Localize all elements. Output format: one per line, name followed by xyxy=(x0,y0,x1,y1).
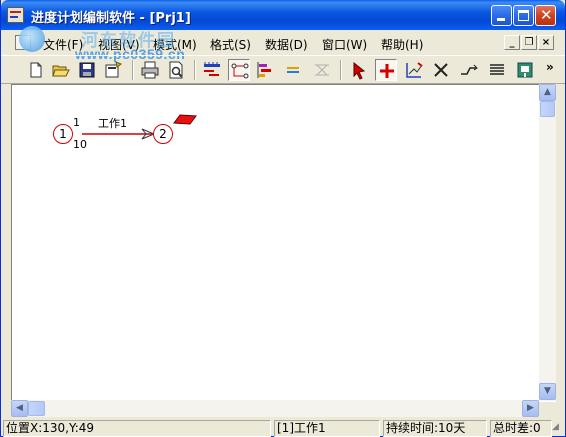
gantt-button[interactable] xyxy=(254,59,276,81)
maximize-icon xyxy=(518,10,529,21)
child-minimize-button[interactable]: _ xyxy=(504,35,520,50)
network-canvas[interactable]: 1 2 1 工作1 10 xyxy=(11,84,556,402)
work-id-label: 1 xyxy=(73,116,80,129)
scroll-left-button[interactable]: ◀ xyxy=(11,400,28,417)
work-duration-label: 10 xyxy=(73,138,87,151)
menu-bar: 文件(F) 视图(V) 模式(M) 格式(S) 数据(D) 窗口(W) 帮助(H… xyxy=(1,32,565,54)
align-icon xyxy=(287,67,299,73)
menu-window[interactable]: 窗口(W) xyxy=(322,36,367,53)
resource-icon xyxy=(315,64,329,76)
save-button[interactable] xyxy=(76,59,98,81)
save-as-icon xyxy=(105,61,123,78)
vertical-scroll-thumb[interactable] xyxy=(540,101,555,117)
child-close-button[interactable]: × xyxy=(538,35,554,50)
status-duration: 持续时间:10天 xyxy=(383,420,487,437)
network-diagram xyxy=(82,114,197,140)
toolbar-separator xyxy=(194,60,196,80)
resize-grip-icon[interactable]: ◢ xyxy=(552,422,564,436)
add-node-tool[interactable] xyxy=(375,59,397,81)
print-icon xyxy=(141,61,159,79)
window-title: 进度计划编制软件 - [Prj1] xyxy=(31,11,191,26)
print-button[interactable] xyxy=(139,59,161,81)
timeline-button[interactable] xyxy=(201,59,223,81)
new-button[interactable] xyxy=(25,59,47,81)
add-node-icon xyxy=(380,64,394,78)
list-tool[interactable] xyxy=(486,59,508,81)
horizontal-scroll-thumb[interactable] xyxy=(28,401,45,416)
minimize-button[interactable] xyxy=(491,5,512,26)
node-start[interactable]: 1 xyxy=(53,124,73,144)
status-selection: [1]工作1 xyxy=(274,420,380,437)
menu-file[interactable]: 文件(F) xyxy=(43,36,83,53)
timeline-icon xyxy=(204,62,220,76)
toolbar: » xyxy=(1,55,565,84)
delete-icon xyxy=(434,63,448,77)
list-icon xyxy=(490,64,504,75)
horizontal-scrollbar[interactable]: ◀ ▶ xyxy=(11,400,539,417)
scroll-right-button[interactable]: ▶ xyxy=(522,400,539,417)
work-name-label: 工作1 xyxy=(98,117,127,130)
draw-tool[interactable] xyxy=(403,59,425,81)
toolbar-separator xyxy=(340,60,342,80)
status-total-float: 总时差:0 xyxy=(490,420,552,437)
toolbar-separator xyxy=(132,60,134,80)
menu-help[interactable]: 帮助(H) xyxy=(381,36,423,53)
resource-button[interactable] xyxy=(311,59,333,81)
menu-data[interactable]: 数据(D) xyxy=(265,36,308,53)
node-start-label: 1 xyxy=(59,127,67,141)
save-icon xyxy=(79,62,95,78)
menu-view[interactable]: 视图(V) xyxy=(98,36,140,53)
draw-icon xyxy=(406,62,423,78)
minimize-icon xyxy=(497,18,505,21)
link-tool[interactable] xyxy=(458,59,480,81)
scroll-up-button[interactable]: ▲ xyxy=(539,84,556,101)
print-preview-icon xyxy=(169,61,183,79)
scroll-down-button[interactable]: ▼ xyxy=(539,383,556,400)
new-icon xyxy=(30,62,42,78)
save-as-button[interactable] xyxy=(102,59,124,81)
pointer-tool[interactable] xyxy=(348,59,370,81)
node-end[interactable]: 2 xyxy=(153,124,173,144)
close-button[interactable]: ✕ xyxy=(535,5,556,26)
child-restore-button[interactable]: ❐ xyxy=(521,35,537,50)
link-icon xyxy=(461,64,478,75)
gantt-icon xyxy=(257,62,271,78)
toolbar-overflow-button[interactable]: » xyxy=(546,60,554,74)
pointer-icon xyxy=(353,61,366,80)
open-button[interactable] xyxy=(50,59,72,81)
status-bar: 位置X:130,Y:49 [1]工作1 持续时间:10天 总时差:0 ◢ xyxy=(1,418,565,437)
align-button[interactable] xyxy=(282,59,304,81)
app-icon[interactable] xyxy=(7,7,24,23)
document-icon[interactable] xyxy=(15,35,31,50)
network-view-button[interactable] xyxy=(228,59,250,81)
export-tool[interactable] xyxy=(514,59,536,81)
network-icon xyxy=(231,63,249,79)
menu-mode[interactable]: 模式(M) xyxy=(153,36,197,53)
menu-format[interactable]: 格式(S) xyxy=(210,36,251,53)
open-icon xyxy=(52,65,70,77)
app-window: 进度计划编制软件 - [Prj1] ✕ 文件(F) 视图(V) 模式(M) 格式… xyxy=(0,0,566,437)
node-end-label: 2 xyxy=(159,127,167,141)
vertical-scrollbar[interactable]: ▲ ▼ xyxy=(539,84,556,401)
close-icon: ✕ xyxy=(540,6,553,24)
status-position: 位置X:130,Y:49 xyxy=(3,420,271,437)
export-icon xyxy=(517,62,533,78)
title-bar[interactable]: 进度计划编制软件 - [Prj1] ✕ xyxy=(1,0,565,30)
print-preview-button[interactable] xyxy=(165,59,187,81)
flag-icon xyxy=(173,114,197,125)
maximize-button[interactable] xyxy=(513,5,534,26)
delete-tool[interactable] xyxy=(430,59,452,81)
